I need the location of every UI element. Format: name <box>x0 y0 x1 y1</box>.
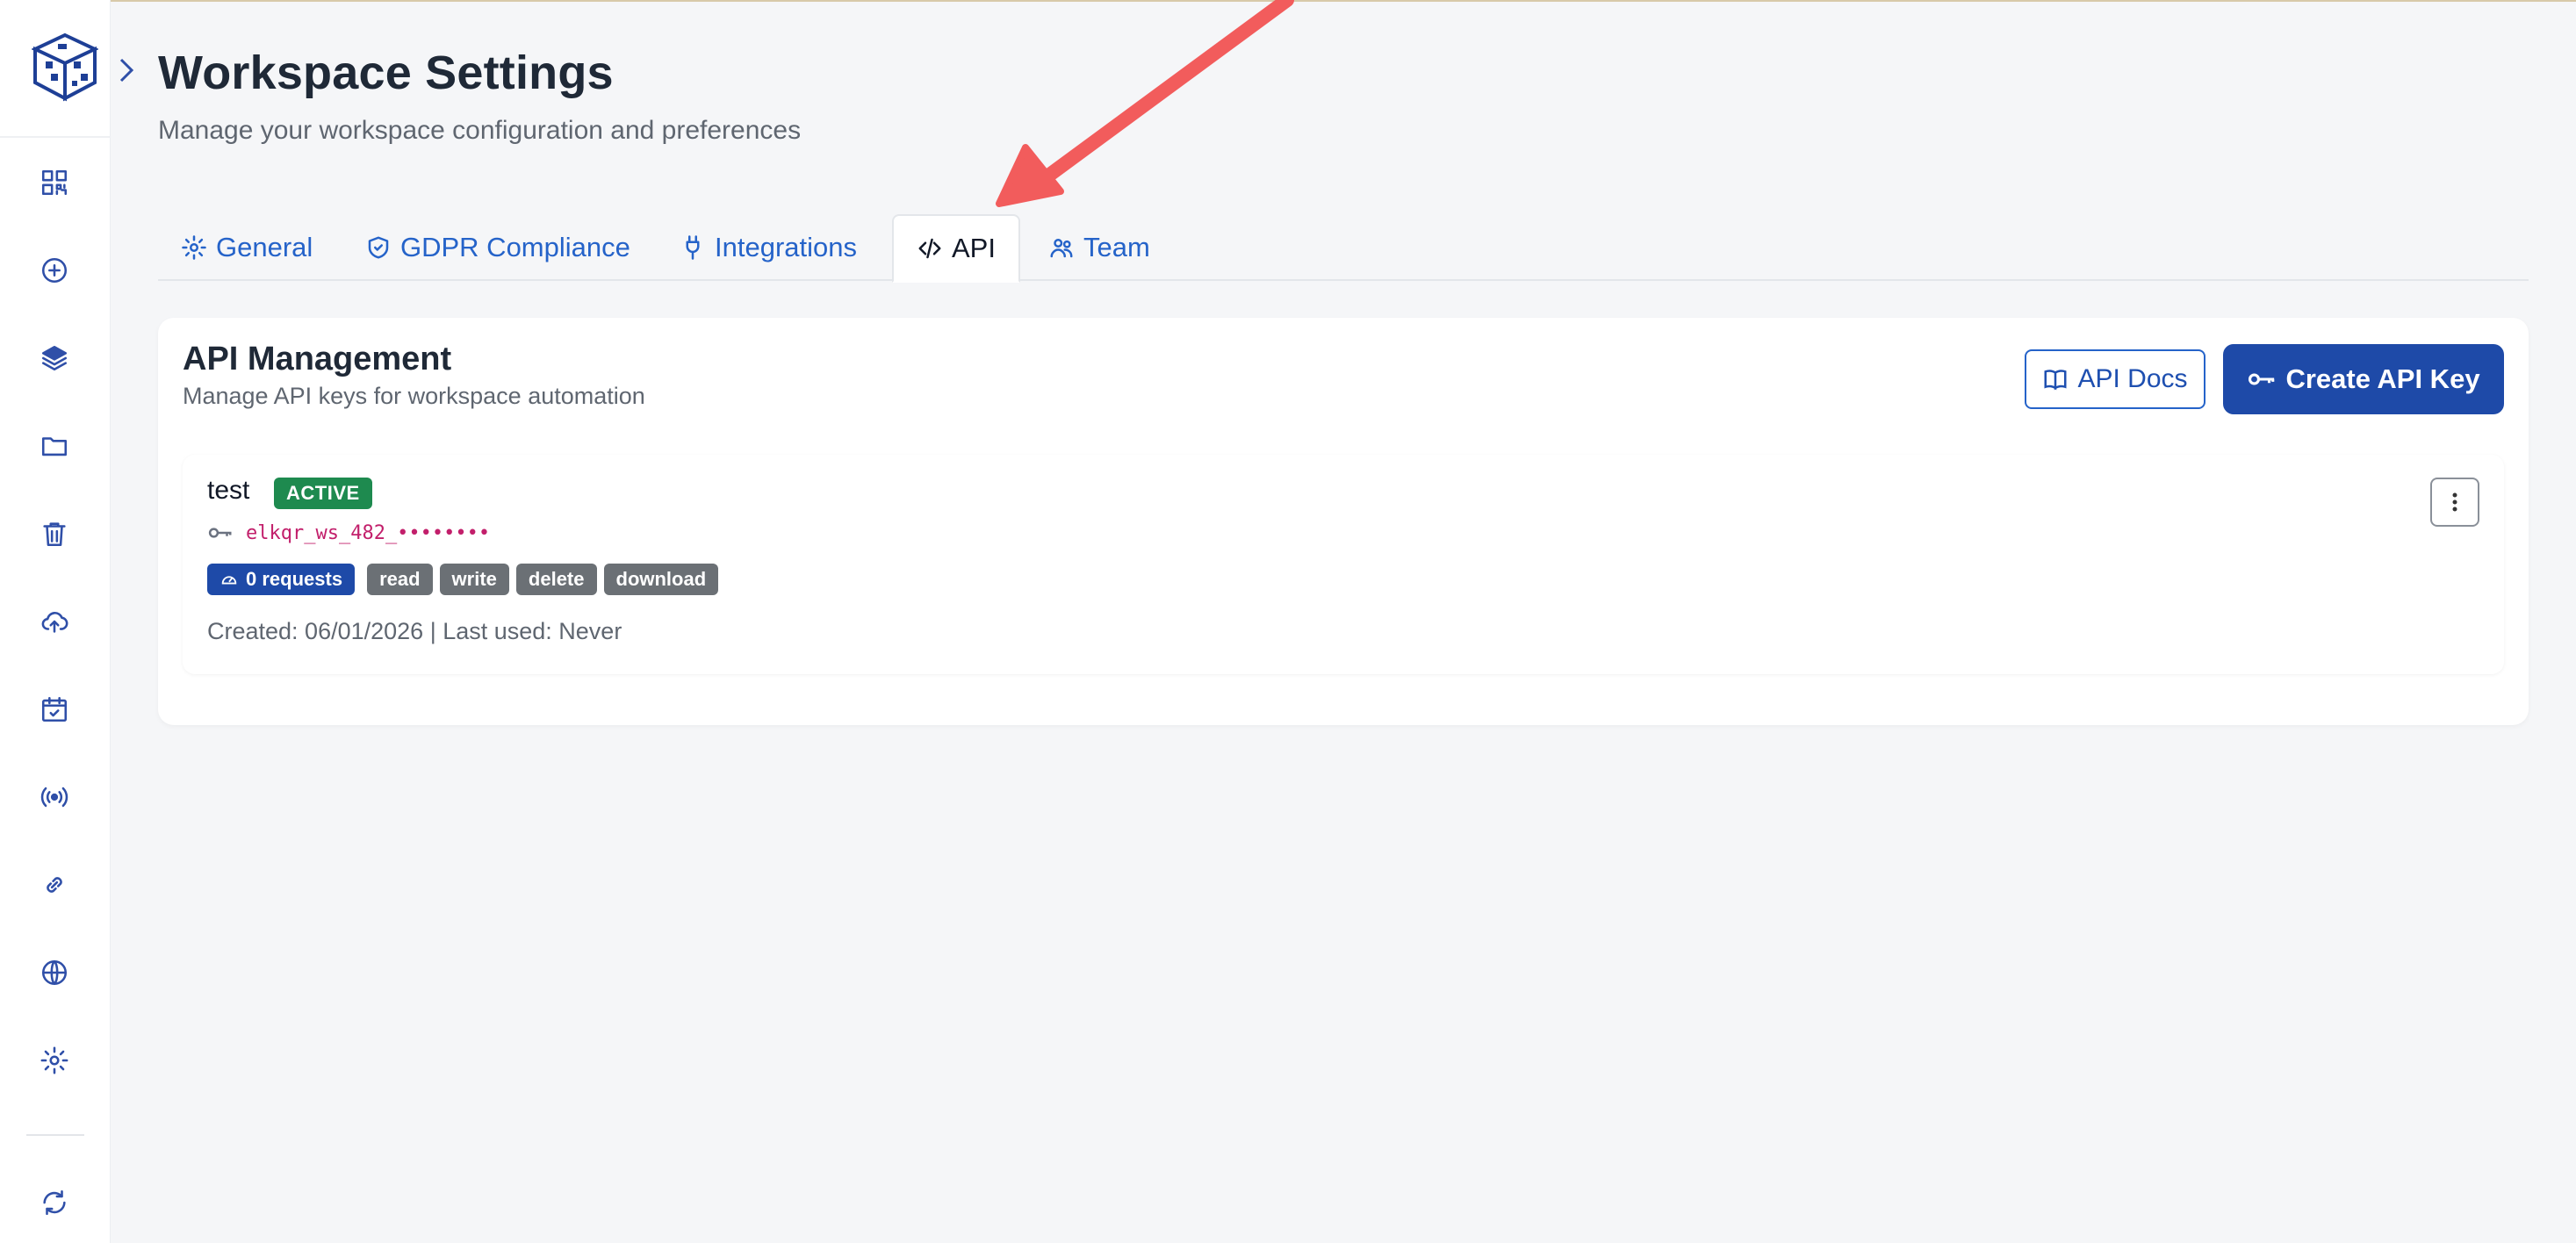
tab-label: General <box>216 232 313 262</box>
tab-label: GDPR Compliance <box>400 232 630 262</box>
api-key-item: test ACTIVE elkqr_ws_482_•••••••• 0 requ… <box>183 455 2504 674</box>
users-icon <box>1050 239 1073 258</box>
requests-badge: 0 requests <box>207 564 356 595</box>
code-icon <box>918 238 941 259</box>
api-docs-button[interactable]: API Docs <box>2025 349 2205 409</box>
trash-icon[interactable] <box>37 516 72 551</box>
sidebar-logo-divider <box>0 136 111 138</box>
api-key-prefix: elkqr_ws_482_•••••••• <box>246 521 491 544</box>
gear-icon <box>182 235 206 260</box>
api-key-chips: 0 requests read write delete download <box>207 564 719 595</box>
scope-badge-read: read <box>367 564 433 595</box>
add-circle-icon[interactable] <box>37 253 72 288</box>
scope-badge-write: write <box>439 564 509 595</box>
create-api-key-label: Create API Key <box>2285 363 2480 394</box>
tab-label: Team <box>1083 232 1150 262</box>
status-badge: ACTIVE <box>274 478 372 509</box>
kebab-menu-icon <box>2452 492 2457 512</box>
speedometer-icon <box>221 576 237 585</box>
layers-icon[interactable] <box>37 341 72 376</box>
tab-general[interactable]: General <box>158 214 335 281</box>
plug-icon <box>686 235 700 260</box>
scope-badge-download: download <box>603 564 719 595</box>
book-icon <box>2044 370 2067 391</box>
create-api-key-button[interactable]: Create API Key <box>2223 344 2504 414</box>
folder-icon[interactable] <box>37 428 72 463</box>
settings-tabs: General GDPR Compliance Integrations API… <box>158 214 2529 283</box>
api-management-card: API Management Manage API keys for works… <box>158 318 2529 725</box>
api-key-prefix-row: elkqr_ws_482_•••••••• <box>207 520 490 546</box>
qr-code-icon[interactable] <box>37 165 72 200</box>
tab-label: Integrations <box>715 232 857 262</box>
sidebar-expand-chevron-icon[interactable] <box>116 54 137 86</box>
key-icon <box>2249 373 2275 385</box>
globe-icon[interactable] <box>37 955 72 990</box>
refresh-icon[interactable] <box>37 1185 72 1220</box>
tab-integrations[interactable]: Integrations <box>657 214 880 281</box>
sidebar <box>0 0 111 1243</box>
tab-api[interactable]: API <box>892 214 1020 283</box>
sidebar-divider <box>26 1134 84 1136</box>
api-key-meta: Created: 06/01/2026 | Last used: Never <box>207 618 622 644</box>
calendar-check-icon[interactable] <box>37 692 72 727</box>
tab-team[interactable]: Team <box>1025 214 1173 281</box>
page-title: Workspace Settings <box>158 47 614 99</box>
api-management-title: API Management <box>183 341 452 377</box>
tab-gdpr-compliance[interactable]: GDPR Compliance <box>342 214 653 281</box>
api-key-options-button[interactable] <box>2430 478 2479 527</box>
scope-badge-delete: delete <box>515 564 597 595</box>
broadcast-icon[interactable] <box>37 780 72 815</box>
api-docs-label: API Docs <box>2077 364 2188 393</box>
requests-count: 0 requests <box>246 568 343 590</box>
gear-icon[interactable] <box>37 1043 72 1078</box>
api-key-name: test <box>207 476 250 505</box>
cube-logo-icon[interactable] <box>31 32 99 102</box>
key-icon <box>208 528 232 538</box>
top-border <box>0 0 2576 2</box>
cloud-upload-icon[interactable] <box>37 604 72 639</box>
page-subtitle: Manage your workspace configuration and … <box>158 116 802 145</box>
tab-label: API <box>952 233 996 263</box>
shield-icon <box>368 236 389 259</box>
api-management-subtitle: Manage API keys for workspace automation <box>183 383 645 409</box>
link-icon[interactable] <box>37 867 72 902</box>
